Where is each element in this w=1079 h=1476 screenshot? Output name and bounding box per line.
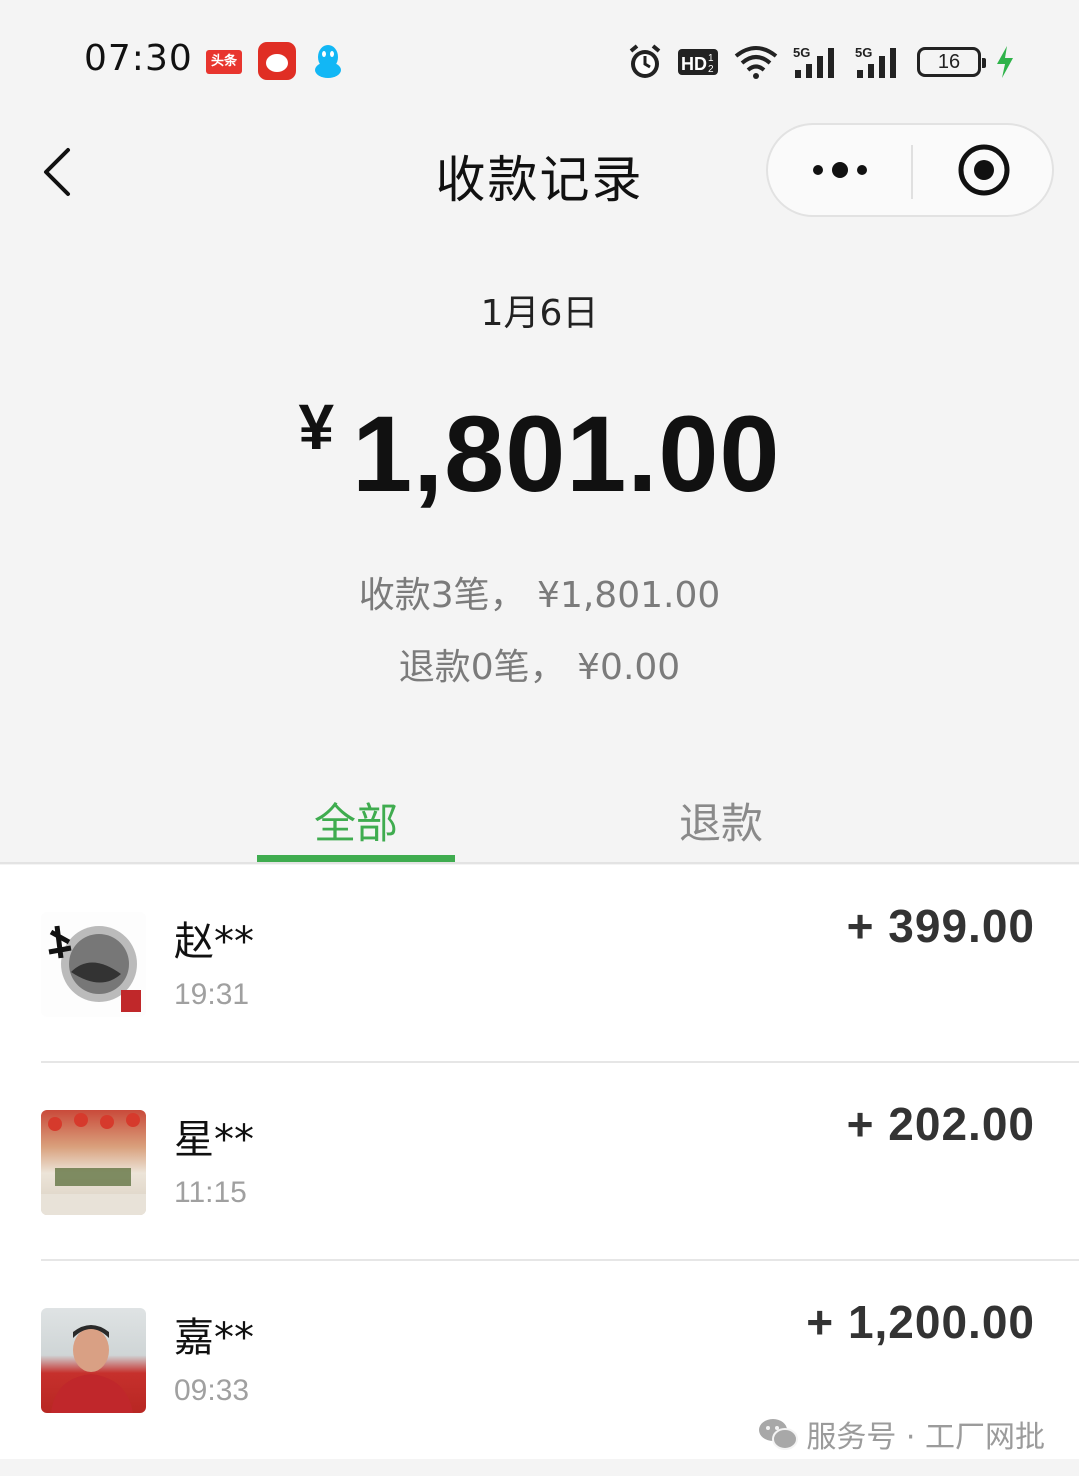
record-tabs: 全部 退款	[0, 780, 1079, 864]
record-row[interactable]: 星** 11:15 + 202.00	[0, 1063, 1079, 1261]
tab-refund[interactable]: 退款	[622, 790, 820, 851]
payer-name: 星**	[174, 1117, 254, 1163]
nav-bar: 收款记录	[0, 110, 1079, 235]
records-list: 赵** 19:31 + 399.00 星** 11:15 + 202.00 嘉*…	[0, 865, 1079, 1459]
svg-text:2: 2	[708, 64, 714, 75]
wifi-icon	[734, 46, 778, 79]
svg-text:HD: HD	[681, 54, 707, 74]
payment-amount: + 1,200.00	[806, 1296, 1035, 1348]
alarm-icon	[629, 44, 661, 78]
payment-amount: + 399.00	[846, 900, 1035, 952]
target-close-icon	[958, 144, 1009, 196]
shop-sign-avatar	[41, 1110, 146, 1215]
close-mini-program-button[interactable]	[913, 125, 1054, 215]
status-bar: 07:30 头条 HD 1 2 5G 5G 16	[0, 0, 1079, 110]
tab-all[interactable]: 全部	[257, 790, 455, 851]
record-row[interactable]: 赵** 19:31 + 399.00	[0, 865, 1079, 1063]
pinduoduo-icon	[258, 42, 296, 80]
refund-summary: 退款0笔， ¥0.00	[398, 647, 681, 688]
svg-text:1: 1	[708, 53, 714, 64]
back-button[interactable]	[36, 144, 80, 200]
active-tab-indicator	[257, 855, 455, 862]
svg-text:5G: 5G	[855, 45, 872, 60]
battery-icon: 16	[917, 47, 986, 77]
toutiao-icon: 头条	[206, 50, 242, 74]
chevron-left-icon	[44, 148, 70, 196]
status-icons: HD 1 2 5G 5G 16	[627, 40, 1015, 84]
svg-text:5G: 5G	[793, 45, 810, 60]
screen: 07:30 头条 HD 1 2 5G 5G 16 收款记录 1月6日 ¥ 1,8…	[0, 0, 1079, 1476]
status-time: 07:30	[84, 38, 193, 79]
watermark-text: 服务号 · 工厂网批	[806, 1420, 1045, 1455]
total-amount: ¥1,801.00	[0, 390, 1079, 516]
mini-program-capsule	[766, 123, 1054, 217]
payer-name: 嘉**	[174, 1315, 254, 1361]
payment-time: 11:15	[174, 1176, 247, 1209]
payment-time: 19:31	[174, 978, 250, 1011]
qq-icon	[315, 45, 341, 78]
calligraphy-avatar	[41, 912, 146, 1017]
payment-amount: + 202.00	[846, 1098, 1035, 1150]
charging-icon	[997, 46, 1013, 78]
more-dots-icon	[812, 162, 867, 178]
more-button[interactable]	[768, 125, 911, 215]
payer-name: 赵**	[174, 919, 254, 965]
payment-time: 09:33	[174, 1374, 250, 1407]
signal-5g-icon: 5G	[793, 45, 834, 78]
signal-5g-icon: 5G	[855, 45, 896, 78]
wechat-icon	[759, 1419, 799, 1450]
currency-symbol: ¥	[298, 391, 335, 463]
portrait-avatar	[41, 1308, 146, 1413]
watermark: 服务号 · 工厂网批	[758, 1412, 1045, 1456]
summary-date: 1月6日	[480, 293, 599, 334]
total-amount-value: 1,801.00	[352, 393, 781, 514]
hd-icon: HD 1 2	[678, 49, 718, 75]
received-summary: 收款3笔， ¥1,801.00	[358, 575, 721, 616]
